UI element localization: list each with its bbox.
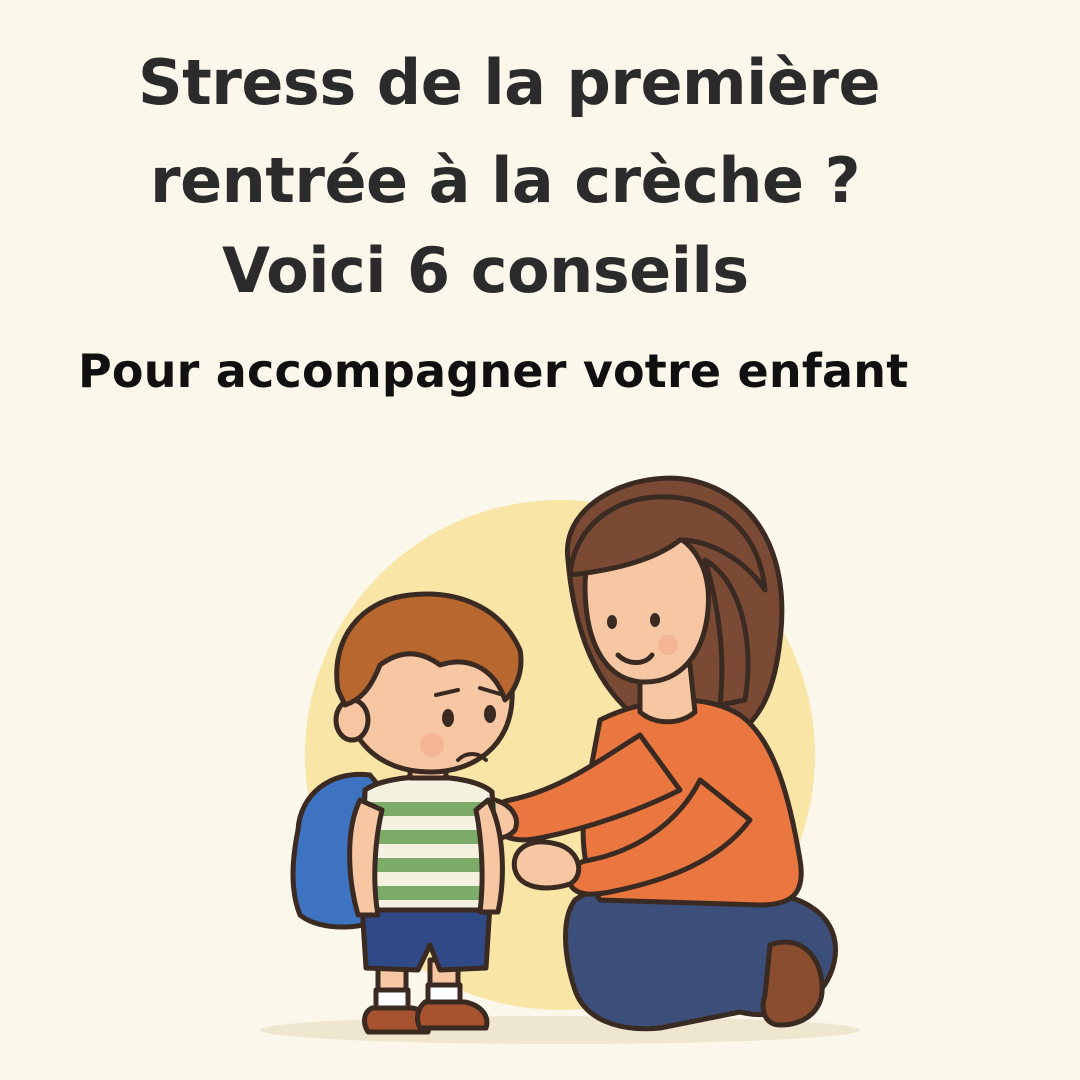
mother-shoe — [760, 939, 825, 1028]
mother-cheek — [658, 635, 678, 655]
child-eye-right — [484, 705, 496, 723]
mother-eye-left — [607, 615, 617, 629]
mother-hand-right — [511, 839, 582, 891]
child-eye-left — [442, 709, 454, 727]
child-cheek — [420, 733, 444, 757]
child-ear — [333, 697, 371, 743]
child-shoe-right — [415, 999, 490, 1031]
poster: Stress de la première rentrée à la crèch… — [0, 0, 1080, 1080]
illustration-mother-and-child — [260, 475, 860, 1044]
child-arm-left — [347, 797, 385, 918]
mother-eye-right — [650, 613, 660, 627]
